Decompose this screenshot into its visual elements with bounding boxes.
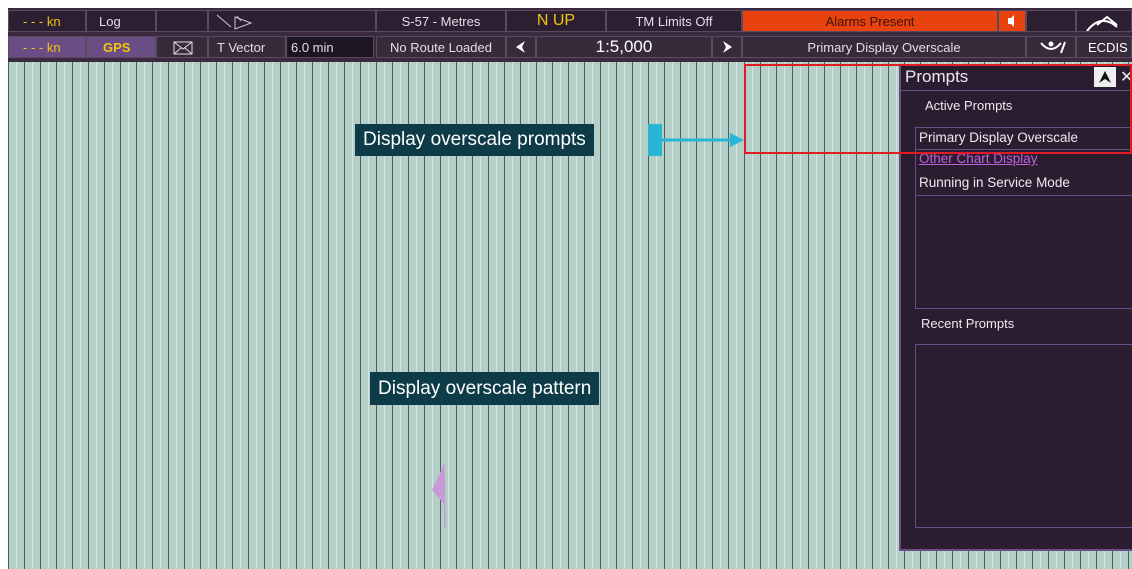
toolbar-blank-cell	[1026, 10, 1076, 32]
gps-source-button[interactable]: GPS	[86, 36, 156, 58]
overscale-pattern-callout: Display overscale pattern	[370, 372, 600, 405]
depth-units-display[interactable]: S-57 - Metres	[376, 10, 506, 32]
route-status[interactable]: No Route Loaded	[376, 36, 506, 58]
overscale-highlight-box	[744, 64, 1132, 154]
speaker-icon	[1008, 15, 1014, 27]
watch-officer-icon	[1040, 41, 1066, 54]
recent-prompts-list	[915, 344, 1132, 528]
recent-prompts-heading: Recent Prompts	[921, 316, 1015, 331]
pen-tool-icon[interactable]	[211, 11, 261, 32]
vector-label: T Vector	[208, 36, 286, 58]
tm-limits-toggle[interactable]: TM Limits Off	[606, 10, 742, 32]
gps-speed: - - - kn	[8, 36, 86, 58]
chevron-left-icon	[516, 41, 525, 53]
toolbar-blank-cell	[156, 10, 208, 32]
chevron-right-icon	[723, 41, 732, 53]
envelope-icon	[173, 41, 193, 55]
list-divider	[916, 195, 1132, 196]
overscale-prompt-button[interactable]: Primary Display Overscale	[742, 36, 1026, 58]
overscale-prompts-callout: Display overscale prompts	[355, 124, 594, 156]
message-button[interactable]	[156, 36, 208, 58]
top-toolbar: - - - kn Log S-57 - Metres N UP TM Limit…	[8, 8, 1132, 62]
scale-increase-button[interactable]	[712, 36, 742, 58]
brand-logo	[1076, 10, 1132, 32]
watch-alarm-button[interactable]	[1026, 36, 1076, 58]
alarm-speaker-button[interactable]	[998, 10, 1026, 32]
alarms-indicator[interactable]: Alarms Present	[742, 10, 998, 32]
log-source-label[interactable]: Log	[86, 10, 156, 32]
arrow-right-icon	[660, 133, 744, 147]
log-speed: - - - kn	[8, 10, 86, 32]
orientation-mode[interactable]: N UP	[506, 10, 606, 32]
scale-decrease-button[interactable]	[506, 36, 536, 58]
chart-scale[interactable]: 1:5,000	[536, 36, 712, 58]
mode-indicator[interactable]: ECDIS	[1076, 36, 1132, 58]
vector-time-input[interactable]: 6.0 min	[286, 36, 374, 58]
logo-icon	[1086, 15, 1118, 31]
list-item[interactable]: Running in Service Mode	[919, 175, 1070, 190]
own-ship-icon[interactable]	[430, 462, 454, 532]
active-prompts-list: Primary Display Overscale Other Chart Di…	[915, 127, 1132, 309]
draw-tools[interactable]	[208, 10, 376, 32]
